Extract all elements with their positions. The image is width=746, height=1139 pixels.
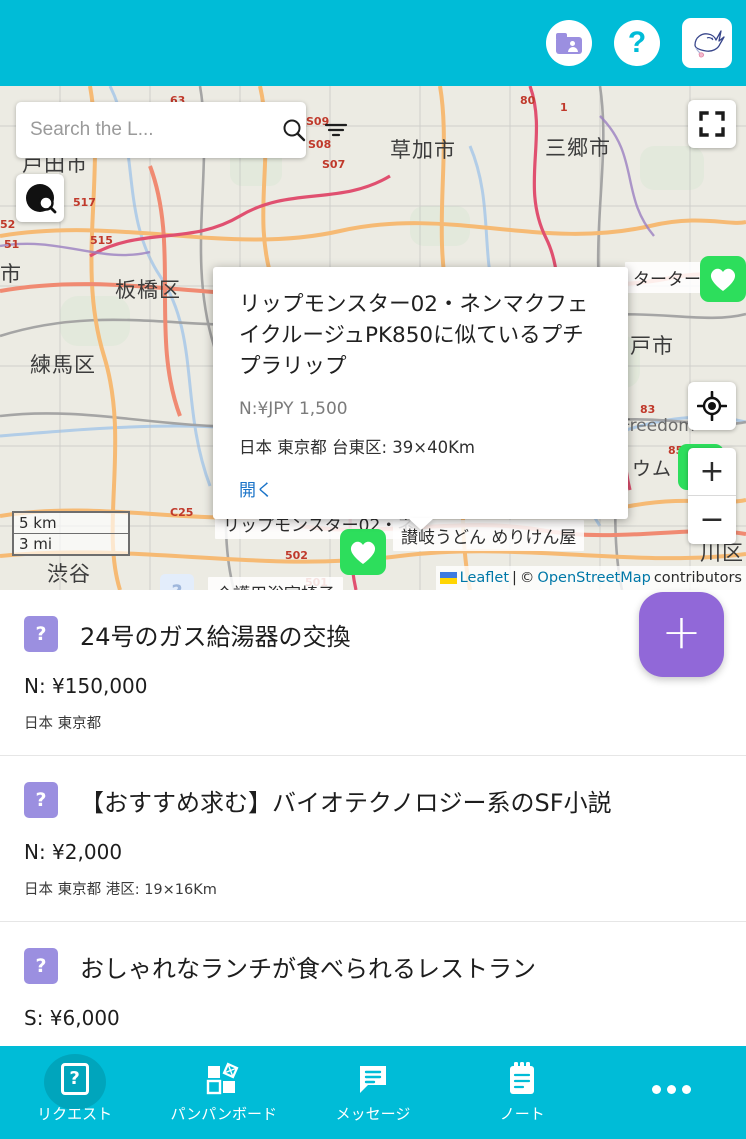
add-button[interactable]: + <box>639 592 724 677</box>
question-badge-icon: ? <box>24 616 58 652</box>
avatar[interactable] <box>682 18 732 68</box>
map-search-bar[interactable] <box>16 102 348 158</box>
map-marker-heart[interactable] <box>700 256 746 302</box>
dove-avatar-icon <box>694 30 725 58</box>
heart-icon <box>710 268 736 291</box>
heart-icon <box>350 541 376 564</box>
question-badge-icon: ? <box>24 782 58 818</box>
list-item[interactable]: ? 24号のガス給湯器の交換 N: ¥150,000 日本 東京都 <box>0 590 746 756</box>
attrib-copyright: © <box>519 570 535 586</box>
list-item-title: 【おすすめ求む】バイオテクノロジー系のSF小説 <box>80 788 612 817</box>
message-icon <box>357 1062 389 1096</box>
map-tooltip: 介護用浴室椅子 <box>208 577 343 590</box>
list-item-header: ? 【おすすめ求む】バイオテクノロジー系のSF小説 <box>24 782 722 818</box>
leaflet-link[interactable]: Leaflet <box>460 570 509 586</box>
attrib-suffix: contributors <box>653 570 742 586</box>
nav-item-more[interactable] <box>597 1046 746 1139</box>
app-root: ? 戸田市 草加市 三郷市 市 板橋区 練馬区 戸市 川区 渋谷 ウム Carr… <box>0 0 746 1139</box>
map-attribution: Leaflet | © OpenStreetMap contributors <box>435 566 746 590</box>
list-item-location: 日本 東京都 港区: 19×16Km <box>24 882 217 898</box>
scale-km: 5 km <box>12 511 130 533</box>
popup-arrow <box>407 517 434 530</box>
zoom-out-button[interactable]: − <box>688 496 736 544</box>
globe-search-icon <box>26 184 57 214</box>
popup-open-link[interactable]: 開く <box>239 476 602 501</box>
list-item-title: 24号のガス給湯器の交換 <box>80 622 351 651</box>
plus-icon: + <box>661 604 702 660</box>
nav-item-message[interactable]: メッセージ <box>298 1046 447 1139</box>
filter-icon[interactable] <box>323 117 349 143</box>
map-marker-question[interactable]: ? <box>160 574 194 590</box>
fullscreen-icon <box>699 111 725 137</box>
map-popup[interactable]: リップモンスター02・ネンマクフェイクルージュPK850に似ているプチプラリップ… <box>213 267 628 530</box>
bottom-navigation: ? リクエスト パンパンボード メッセージ ノート <box>0 1046 746 1139</box>
zoom-in-button[interactable]: + <box>688 448 736 496</box>
list-item[interactable]: ? 【おすすめ求む】バイオテクノロジー系のSF小説 N: ¥2,000 日本 東… <box>0 756 746 922</box>
folder-user-icon <box>556 32 582 54</box>
list-item-header: ? 24号のガス給湯器の交換 <box>24 616 722 652</box>
nav-label: リクエスト <box>37 1104 113 1123</box>
note-icon <box>507 1061 537 1096</box>
request-list[interactable]: ? 24号のガス給湯器の交換 N: ¥150,000 日本 東京都 ? 【おすす… <box>0 590 746 1055</box>
more-icon <box>651 1072 691 1106</box>
attrib-separator: | <box>512 570 517 586</box>
nav-item-request[interactable]: ? リクエスト <box>0 1046 149 1139</box>
osm-link[interactable]: OpenStreetMap <box>537 570 650 586</box>
nav-item-note[interactable]: ノート <box>448 1046 597 1139</box>
ukraine-flag-icon <box>439 572 457 584</box>
question-badge-icon: ? <box>24 948 58 984</box>
globe-search-button[interactable] <box>16 174 64 222</box>
popup-title: リップモンスター02・ネンマクフェイクルージュPK850に似ているプチプラリップ <box>239 292 589 380</box>
locate-me-button[interactable] <box>688 382 736 430</box>
map-marker-heart[interactable] <box>340 529 386 575</box>
map-scale: 5 km 3 mi <box>12 511 130 556</box>
app-header: ? <box>0 0 746 86</box>
board-icon <box>206 1062 242 1096</box>
help-question-icon: ? <box>627 26 647 59</box>
popup-price: N:¥JPY 1,500 <box>239 398 348 419</box>
list-item-header: ? おしゃれなランチが食べられるレストラン <box>24 948 722 984</box>
list-item-price: S: ¥6,000 <box>24 1006 120 1030</box>
popup-location: 日本 東京都 台東区: 39×40Km <box>239 437 476 457</box>
scale-mi: 3 mi <box>12 533 130 556</box>
nav-label: パンパンボード <box>170 1104 278 1123</box>
search-input[interactable] <box>30 119 275 141</box>
nav-label: ノート <box>499 1104 545 1123</box>
list-item[interactable]: ? おしゃれなランチが食べられるレストラン S: ¥6,000 日本 東京都 <box>0 922 746 1055</box>
help-button[interactable]: ? <box>614 20 660 66</box>
zoom-controls[interactable]: + − <box>688 448 736 544</box>
list-item-title: おしゃれなランチが食べられるレストラン <box>80 954 536 983</box>
fullscreen-button[interactable] <box>688 100 736 148</box>
search-icon[interactable] <box>281 117 307 143</box>
list-item-location: 日本 東京都 <box>24 716 102 732</box>
list-item-price: N: ¥2,000 <box>24 840 123 864</box>
list-item-price: N: ¥150,000 <box>24 674 148 698</box>
map-view[interactable]: 戸田市 草加市 三郷市 市 板橋区 練馬区 戸市 墨田区 川区 渋谷 ウム Ca… <box>0 86 746 590</box>
nav-label: メッセージ <box>335 1104 411 1123</box>
folder-user-button[interactable] <box>546 20 592 66</box>
question-box-icon: ? <box>60 1062 89 1096</box>
nav-item-board[interactable]: パンパンボード <box>149 1046 298 1139</box>
locate-me-icon <box>697 391 727 421</box>
